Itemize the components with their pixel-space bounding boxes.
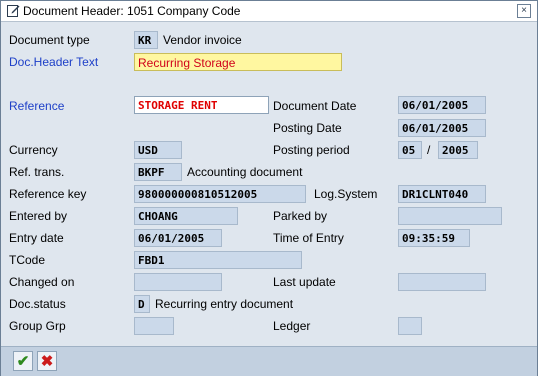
- period-separator: /: [427, 143, 431, 157]
- ref-trans-text: Accounting document: [187, 165, 303, 179]
- reference-input[interactable]: STORAGE RENT: [134, 96, 269, 114]
- label-ledger: Ledger: [273, 319, 311, 333]
- label-log-system: Log.System: [314, 187, 378, 201]
- tcode-field[interactable]: FBD1: [134, 251, 302, 269]
- posting-period-field[interactable]: 05: [398, 141, 422, 159]
- label-posting-period: Posting period: [273, 143, 350, 157]
- posting-date-field[interactable]: 06/01/2005: [398, 119, 486, 137]
- label-entered-by: Entered by: [9, 209, 68, 223]
- close-button[interactable]: ×: [517, 4, 531, 18]
- label-last-update: Last update: [273, 275, 336, 289]
- time-of-entry-field[interactable]: 09:35:59: [398, 229, 470, 247]
- ref-trans-field[interactable]: BKPF: [134, 163, 182, 181]
- label-document-date: Document Date: [273, 99, 357, 113]
- label-reference-key: Reference key: [9, 187, 87, 201]
- reference-key-field[interactable]: 980000000810512005: [134, 185, 306, 203]
- cancel-x-icon: ✖: [40, 353, 54, 370]
- label-changed-on: Changed on: [9, 275, 75, 289]
- cancel-button[interactable]: ✖: [37, 351, 57, 371]
- dialog-toolbar: ✔ ✖: [1, 346, 537, 376]
- label-group-grp: Group Grp: [9, 319, 66, 333]
- label-tcode: TCode: [9, 253, 46, 267]
- label-posting-date: Posting Date: [273, 121, 342, 135]
- label-document-type: Document type: [9, 33, 90, 47]
- document-date-field[interactable]: 06/01/2005: [398, 96, 486, 114]
- parked-by-field[interactable]: [398, 207, 502, 225]
- doc-status-field[interactable]: D: [134, 295, 150, 313]
- document-edit-icon: [7, 4, 20, 17]
- title-bar: Document Header: 1051 Company Code ×: [1, 1, 537, 22]
- checkmark-icon: ✔: [16, 353, 30, 370]
- document-type-text: Vendor invoice: [163, 33, 242, 47]
- changed-on-field[interactable]: [134, 273, 222, 291]
- label-doc-status: Doc.status: [9, 297, 66, 311]
- label-reference[interactable]: Reference: [9, 97, 64, 115]
- label-ref-trans: Ref. trans.: [9, 165, 65, 179]
- ledger-field[interactable]: [398, 317, 422, 335]
- continue-button[interactable]: ✔: [13, 351, 33, 371]
- document-type-field[interactable]: KR: [134, 31, 158, 49]
- group-grp-field[interactable]: [134, 317, 174, 335]
- label-currency: Currency: [9, 143, 58, 157]
- header-form: Document type KR Vendor invoice Doc.Head…: [1, 22, 537, 346]
- last-update-field[interactable]: [398, 273, 486, 291]
- posting-year-field[interactable]: 2005: [438, 141, 478, 159]
- label-parked-by: Parked by: [273, 209, 328, 223]
- doc-status-text: Recurring entry document: [155, 297, 294, 311]
- entered-by-field[interactable]: CHOANG: [134, 207, 238, 225]
- label-entry-date: Entry date: [9, 231, 64, 245]
- document-header-dialog: Document Header: 1051 Company Code × Doc…: [0, 0, 538, 376]
- entry-date-field[interactable]: 06/01/2005: [134, 229, 222, 247]
- log-system-field[interactable]: DR1CLNT040: [398, 185, 486, 203]
- currency-field[interactable]: USD: [134, 141, 182, 159]
- doc-header-text-field[interactable]: Recurring Storage: [134, 53, 342, 71]
- label-doc-header-text[interactable]: Doc.Header Text: [9, 53, 98, 71]
- window-title: Document Header: 1051 Company Code: [23, 4, 241, 18]
- label-time-of-entry: Time of Entry: [273, 231, 344, 245]
